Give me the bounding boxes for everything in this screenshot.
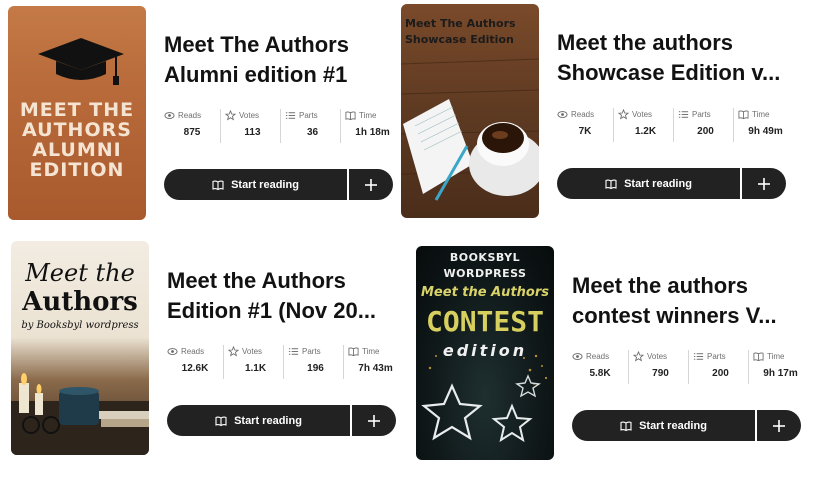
eye-icon xyxy=(167,348,178,355)
reads-stat: Reads 12.6K xyxy=(163,345,223,379)
parts-stat: Parts 200 xyxy=(673,108,733,142)
open-book-icon xyxy=(605,179,617,189)
book-cover[interactable]: BOOKSBYL WORDPRESS Meet the Authors CONT… xyxy=(416,246,554,460)
start-reading-button[interactable]: Start reading xyxy=(164,169,347,200)
story-actions: Start reading xyxy=(557,168,786,199)
book-icon xyxy=(753,352,764,362)
book-cover[interactable]: Meet the Authors by Booksbyl wordpress xyxy=(11,241,149,455)
plus-icon xyxy=(773,419,785,432)
star-icon xyxy=(633,351,644,362)
start-reading-button[interactable]: Start reading xyxy=(167,405,350,436)
list-icon xyxy=(678,111,689,118)
start-reading-button[interactable]: Start reading xyxy=(557,168,740,199)
list-icon xyxy=(693,353,704,360)
reads-stat: Reads 7K xyxy=(553,108,613,142)
reads-stat: Reads 875 xyxy=(160,109,220,143)
open-book-icon xyxy=(212,180,224,190)
add-to-list-button[interactable] xyxy=(349,169,393,200)
add-to-list-button[interactable] xyxy=(352,405,396,436)
time-stat: Time 9h 49m xyxy=(733,108,793,142)
parts-stat: Parts 36 xyxy=(280,109,340,143)
book-cover[interactable]: MEET THE AUTHORS ALUMNI EDITION xyxy=(8,6,146,220)
open-book-icon xyxy=(620,421,632,431)
time-stat: Time 1h 18m xyxy=(340,109,400,143)
book-cover[interactable]: Meet The Authors Showcase Edition xyxy=(401,4,539,218)
book-icon xyxy=(345,111,356,121)
star-icon xyxy=(618,109,629,120)
time-stat: Time 7h 43m xyxy=(343,345,403,379)
story-actions: Start reading xyxy=(572,410,801,441)
graduation-cap-icon xyxy=(38,38,124,85)
open-book-icon xyxy=(215,416,227,426)
story-actions: Start reading xyxy=(167,405,396,436)
story-actions: Start reading xyxy=(164,169,393,200)
votes-stat: Votes 113 xyxy=(220,109,280,143)
reads-stat: Reads 5.8K xyxy=(568,350,628,384)
story-stats: Reads 875 Votes 113 Parts 36 Time 1h 18m xyxy=(160,109,400,143)
star-icon xyxy=(228,346,239,357)
story-title[interactable]: Meet the authors Showcase Edition v... xyxy=(557,28,789,88)
story-stats: Reads 7K Votes 1.2K Parts 200 Time 9h 49… xyxy=(553,108,793,142)
cover-text: Meet the Authors by Booksbyl wordpress xyxy=(21,259,139,331)
list-icon xyxy=(288,348,299,355)
story-title[interactable]: Meet the Authors Edition #1 (Nov 20... xyxy=(167,266,399,326)
plus-icon xyxy=(365,178,377,191)
book-icon xyxy=(738,110,749,120)
time-stat: Time 9h 17m xyxy=(748,350,808,384)
cover-text: Meet The Authors Showcase Edition xyxy=(405,17,516,46)
cover-text: MEET THE AUTHORS ALUMNI EDITION xyxy=(19,99,135,181)
eye-icon xyxy=(572,353,583,360)
story-title[interactable]: Meet the authors contest winners V... xyxy=(572,271,804,331)
votes-stat: Votes 1.2K xyxy=(613,108,673,142)
list-icon xyxy=(285,112,296,119)
plus-icon xyxy=(368,414,380,427)
add-to-list-button[interactable] xyxy=(742,168,786,199)
parts-stat: Parts 196 xyxy=(283,345,343,379)
cover-text: BOOKSBYL WORDPRESS Meet the Authors CONT… xyxy=(421,251,549,360)
add-to-list-button[interactable] xyxy=(757,410,801,441)
star-icon xyxy=(225,110,236,121)
story-stats: Reads 5.8K Votes 790 Parts 200 Time 9h 1… xyxy=(568,350,808,384)
book-icon xyxy=(348,347,359,357)
start-reading-button[interactable]: Start reading xyxy=(572,410,755,441)
votes-stat: Votes 790 xyxy=(628,350,688,384)
eye-icon xyxy=(164,112,175,119)
plus-icon xyxy=(758,177,770,190)
parts-stat: Parts 200 xyxy=(688,350,748,384)
eye-icon xyxy=(557,111,568,118)
votes-stat: Votes 1.1K xyxy=(223,345,283,379)
story-stats: Reads 12.6K Votes 1.1K Parts 196 Time 7h… xyxy=(163,345,403,379)
story-title[interactable]: Meet The Authors Alumni edition #1 xyxy=(164,30,396,90)
